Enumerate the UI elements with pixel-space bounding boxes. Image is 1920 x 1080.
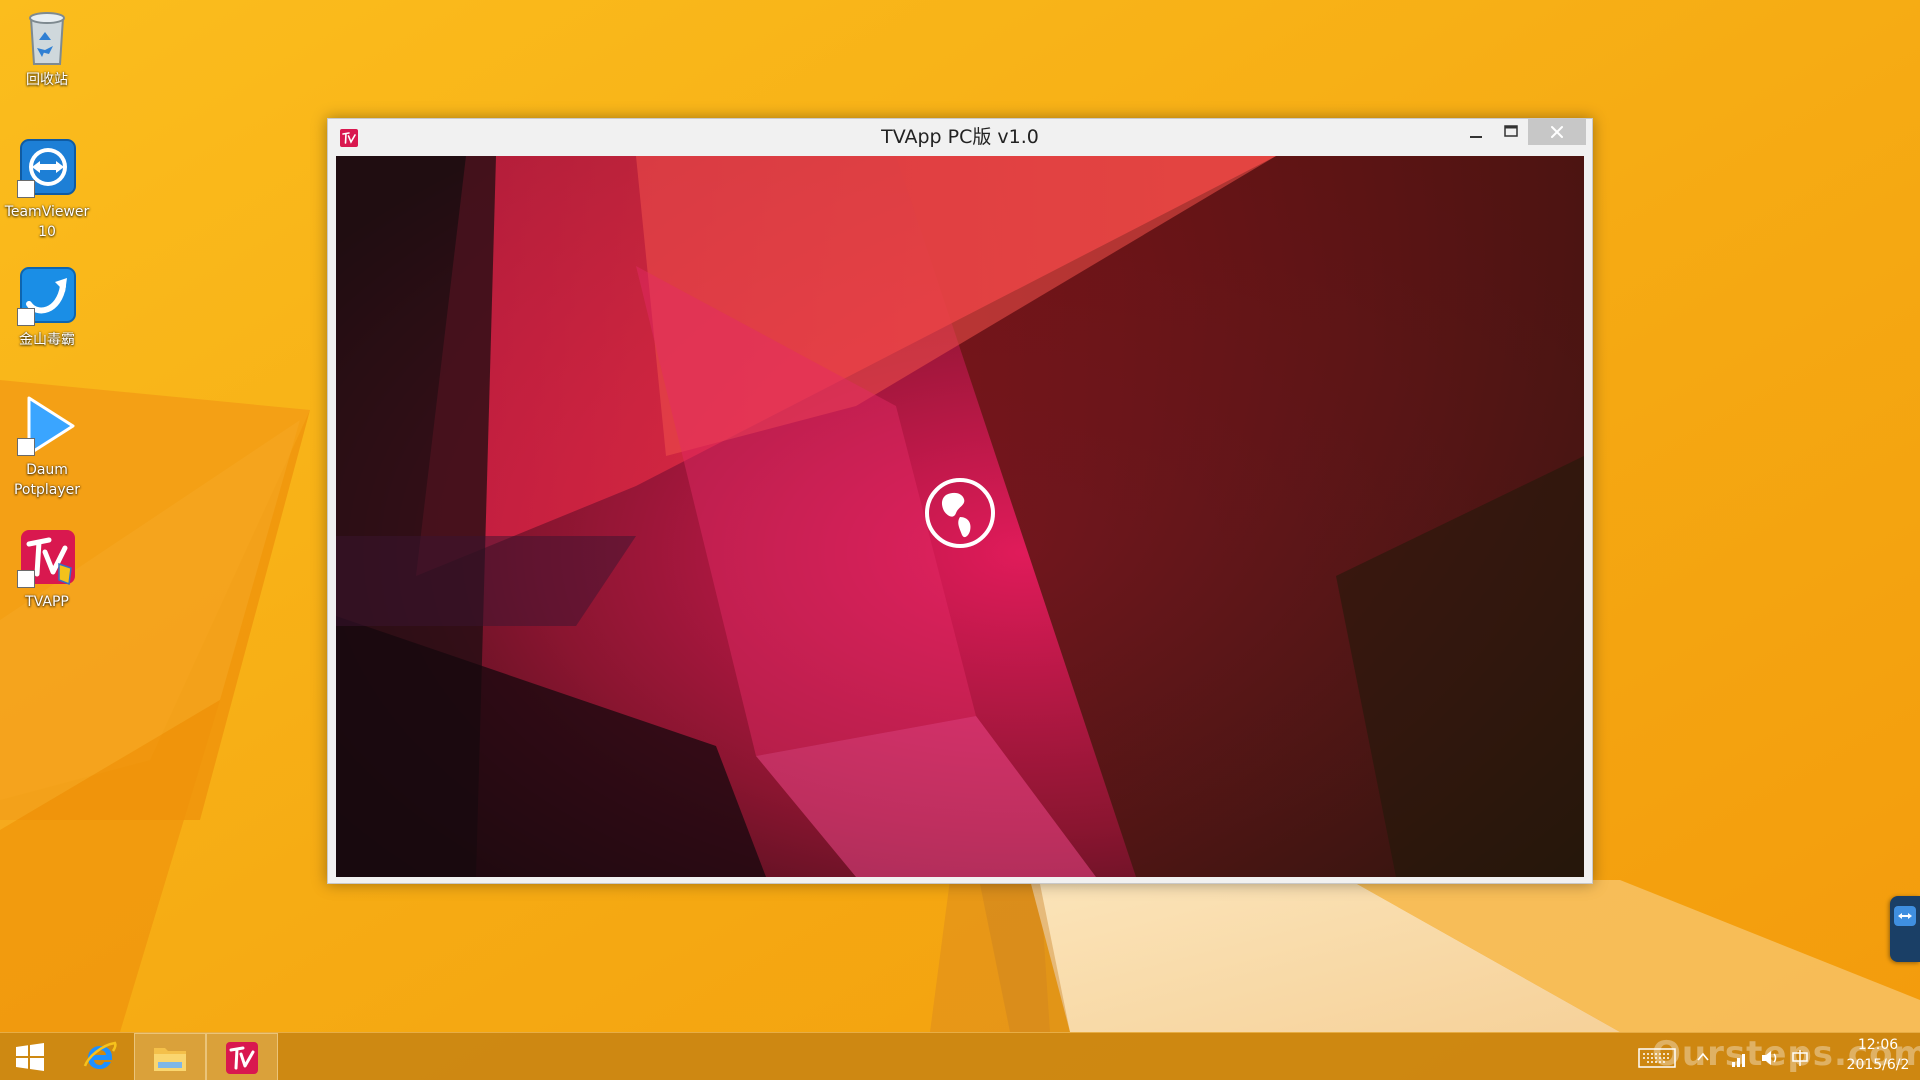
desktop-icon-label: TVAPP [25,594,69,610]
potplayer-icon [15,394,79,458]
desktop-icon-recycle-bin[interactable]: 回收站 [0,4,94,90]
shortcut-arrow-icon [17,308,35,326]
taskbar: 12:06 2015/6/2 [0,1032,1920,1080]
taskbar-tvapp[interactable] [206,1033,278,1080]
close-button[interactable] [1528,119,1586,145]
window-title: TVApp PC版 v1.0 [881,126,1039,148]
desktop: 回收站 TeamViewer 10 金山毒霸 Daum Potplayer TV… [0,0,1920,1080]
minimize-icon [1470,136,1482,138]
start-button[interactable] [0,1033,60,1080]
desktop-icon-label: TeamViewer 10 [4,204,90,240]
minimize-button[interactable] [1458,119,1494,145]
desktop-icon-kingsoft[interactable]: 金山毒霸 [0,264,94,350]
teamviewer-side-tab[interactable] [1890,896,1920,962]
shortcut-arrow-icon [17,570,35,588]
shortcut-arrow-icon [17,438,35,456]
splash-content [336,156,1584,877]
kingsoft-antivirus-icon [15,264,79,328]
desktop-icon-label: 回收站 [26,72,68,88]
tvapp-window[interactable]: TVApp PC版 v1.0 [327,118,1593,884]
window-titlebar[interactable]: TVApp PC版 v1.0 [328,119,1592,155]
desktop-icon-teamviewer[interactable]: TeamViewer 10 [0,136,94,242]
internet-explorer-icon [83,1041,117,1069]
file-explorer-icon [154,1048,186,1071]
teamviewer-icon [15,136,79,200]
teamviewer-tab-icon [1894,906,1916,926]
taskbar-file-explorer[interactable] [134,1033,206,1080]
watermark-text: Oursteps.com.au [1652,1034,1920,1074]
close-icon [1551,126,1563,138]
maximize-button[interactable] [1494,119,1528,145]
tvapp-icon [15,526,79,590]
start-icon [16,1043,44,1071]
taskbar-internet-explorer[interactable] [64,1033,136,1080]
desktop-icon-potplayer[interactable]: Daum Potplayer [0,394,94,500]
shortcut-arrow-icon [17,180,35,198]
recycle-bin-icon [15,4,79,68]
desktop-icon-tvapp[interactable]: TVAPP [0,526,94,612]
globe-icon [925,478,995,548]
tvapp-icon [226,1042,258,1074]
maximize-icon [1504,125,1518,137]
desktop-icon-label: Daum Potplayer [13,462,80,498]
desktop-icon-label: 金山毒霸 [19,332,75,348]
